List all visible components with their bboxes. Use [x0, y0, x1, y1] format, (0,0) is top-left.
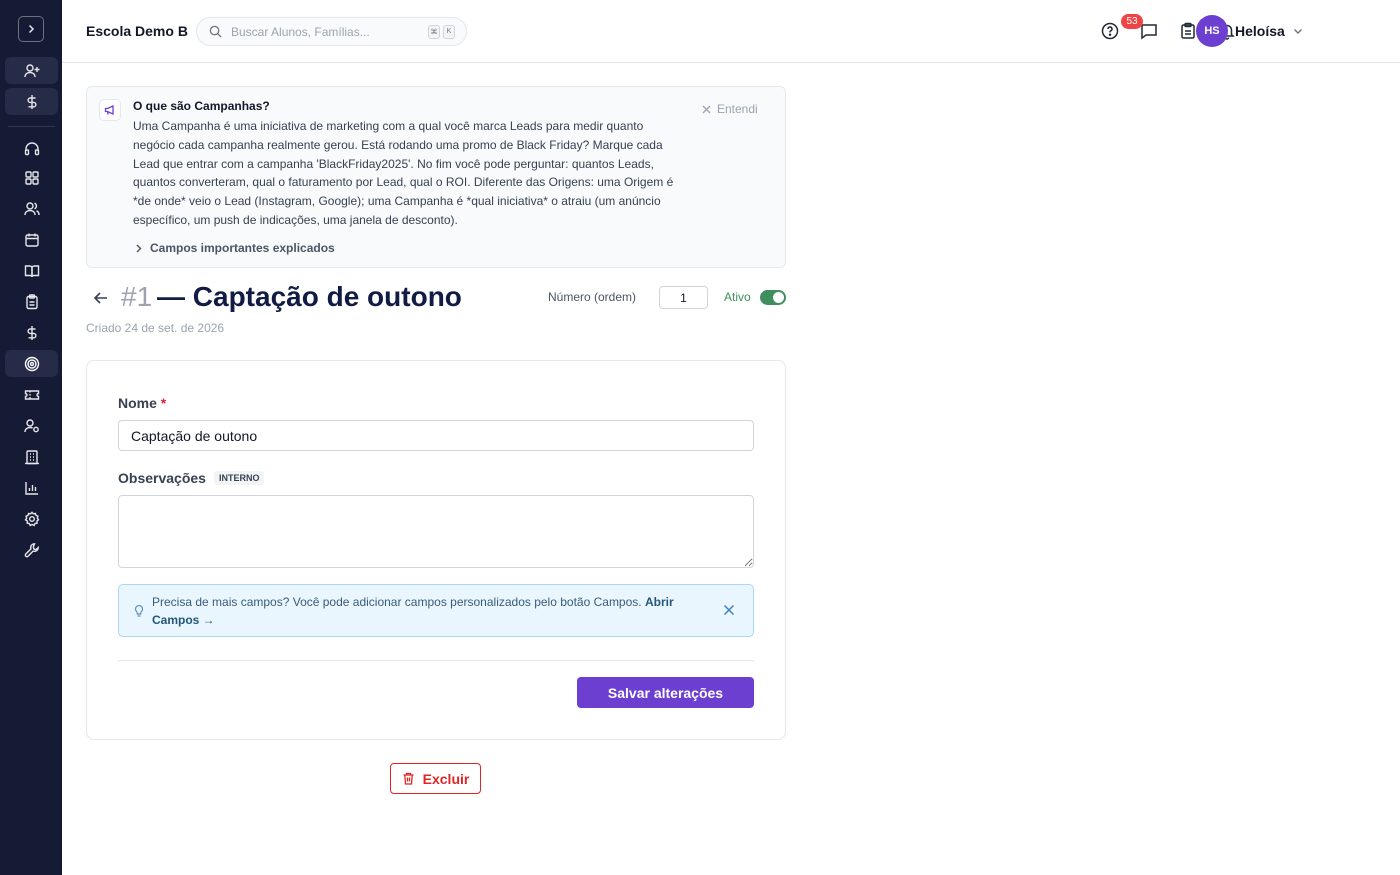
chat-icon[interactable]: [1140, 22, 1158, 40]
sidebar-item-settings[interactable]: [5, 505, 58, 532]
shortcut-key: ⌘: [428, 24, 440, 39]
sidebar-item-user-settings[interactable]: [5, 412, 58, 439]
sidebar-item-campaigns[interactable]: [5, 350, 58, 377]
sidebar-divider: [8, 126, 55, 127]
info-text: Uma Campanha é uma iniciativa de marketi…: [133, 119, 674, 227]
campaign-form-card: Nome * Observações INTERNO Precisa de mai…: [86, 360, 786, 740]
search-placeholder: Buscar Alunos, Famílias...: [231, 24, 370, 39]
book-icon: [24, 264, 39, 277]
sidebar-item-calendar[interactable]: [5, 226, 58, 253]
order-label: Número (ordem): [548, 290, 637, 304]
name-label-text: Nome: [118, 395, 157, 411]
dollar-icon: [26, 325, 37, 340]
page-title: — Captação de outono: [157, 281, 462, 312]
sidebar-item-support[interactable]: [5, 135, 58, 162]
sidebar-item-reports[interactable]: [5, 474, 58, 501]
sidebar-item-people[interactable]: [5, 195, 58, 222]
required-mark: *: [160, 395, 167, 411]
users-icon: [23, 201, 40, 215]
dismiss-info-button[interactable]: Entendi: [702, 102, 758, 116]
campaign-info-panel: O que são Campanhas? Uma Campanha é uma …: [86, 86, 786, 268]
trash-icon: [403, 772, 414, 785]
search-shortcut: ⌘ K: [428, 24, 458, 39]
ticket-icon: [24, 389, 39, 400]
sidebar-item-courses[interactable]: [5, 257, 58, 284]
sidebar-item-finance[interactable]: [5, 319, 58, 346]
sidebar-item-add-lead[interactable]: [5, 57, 58, 84]
info-title: O que são Campanhas?: [133, 99, 270, 113]
custom-fields-tip: Precisa de mais campos? Você pode adicio…: [118, 584, 754, 637]
sidebar-item-tools[interactable]: [5, 536, 58, 563]
sidebar-expand-button[interactable]: [18, 16, 44, 42]
school-name: Escola Demo B: [86, 23, 188, 39]
sidebar-item-buildings[interactable]: [5, 443, 58, 470]
sidebar-item-tasks[interactable]: [5, 288, 58, 315]
dollar-icon: [26, 94, 37, 109]
bar-chart-icon: [24, 481, 38, 495]
gear-icon: [24, 510, 39, 526]
avatar[interactable]: HS: [1196, 15, 1228, 47]
name-label: Nome *: [118, 395, 166, 411]
internal-badge: INTERNO: [213, 471, 265, 485]
close-icon: [702, 105, 711, 113]
observations-field[interactable]: [118, 495, 754, 568]
dismiss-label: Entendi: [717, 102, 758, 116]
important-fields-toggle[interactable]: Campos importantes explicados: [135, 241, 335, 255]
sidebar-item-finance-quick[interactable]: [5, 88, 58, 115]
calendar-icon: [24, 233, 39, 247]
building-icon: [24, 449, 39, 464]
order-input[interactable]: [659, 286, 708, 309]
save-button[interactable]: Salvar alterações: [577, 677, 754, 708]
add-user-icon: [23, 63, 39, 77]
clipboard-icon: [25, 293, 38, 309]
observations-label: Observações INTERNO: [118, 470, 265, 486]
tip-message: Precisa de mais campos? Você pode adicio…: [152, 595, 642, 609]
chevron-right-icon: [28, 24, 35, 34]
user-settings-icon: [23, 418, 39, 432]
notification-count-badge: 53: [1121, 14, 1143, 29]
dashboard-icon: [24, 170, 39, 185]
active-label: Ativo: [724, 290, 751, 304]
headset-icon: [24, 141, 39, 155]
search-input[interactable]: Buscar Alunos, Famílias... ⌘ K: [196, 17, 467, 46]
tip-text: Precisa de mais campos? Você pode adicio…: [152, 594, 702, 629]
observations-label-text: Observações: [118, 470, 206, 486]
close-icon[interactable]: [722, 603, 736, 617]
chevron-down-icon[interactable]: [1292, 25, 1304, 37]
important-fields-label: Campos importantes explicados: [150, 241, 335, 255]
back-arrow-icon[interactable]: [92, 289, 110, 307]
lightbulb-icon: [134, 605, 144, 617]
campaign-number: #1: [121, 281, 153, 312]
delete-label: Excluir: [422, 770, 470, 787]
shortcut-key: K: [443, 24, 455, 39]
help-icon[interactable]: [1101, 22, 1119, 40]
delete-button[interactable]: Excluir: [390, 763, 481, 794]
user-name[interactable]: Heloísa: [1235, 23, 1285, 39]
active-toggle[interactable]: [760, 290, 786, 305]
megaphone-icon: [99, 99, 121, 121]
target-icon: [24, 356, 39, 371]
wrench-icon: [24, 542, 39, 557]
sidebar-item-dashboard[interactable]: [5, 164, 58, 191]
form-divider: [118, 660, 754, 661]
created-date: Criado 24 de set. de 2026: [86, 321, 225, 335]
tasks-icon[interactable]: [1179, 22, 1197, 40]
sidebar-item-tickets[interactable]: [5, 381, 58, 408]
sidebar: [0, 0, 62, 875]
chevron-right-icon: [136, 244, 142, 252]
name-field[interactable]: [118, 420, 754, 451]
search-icon: [209, 25, 222, 38]
